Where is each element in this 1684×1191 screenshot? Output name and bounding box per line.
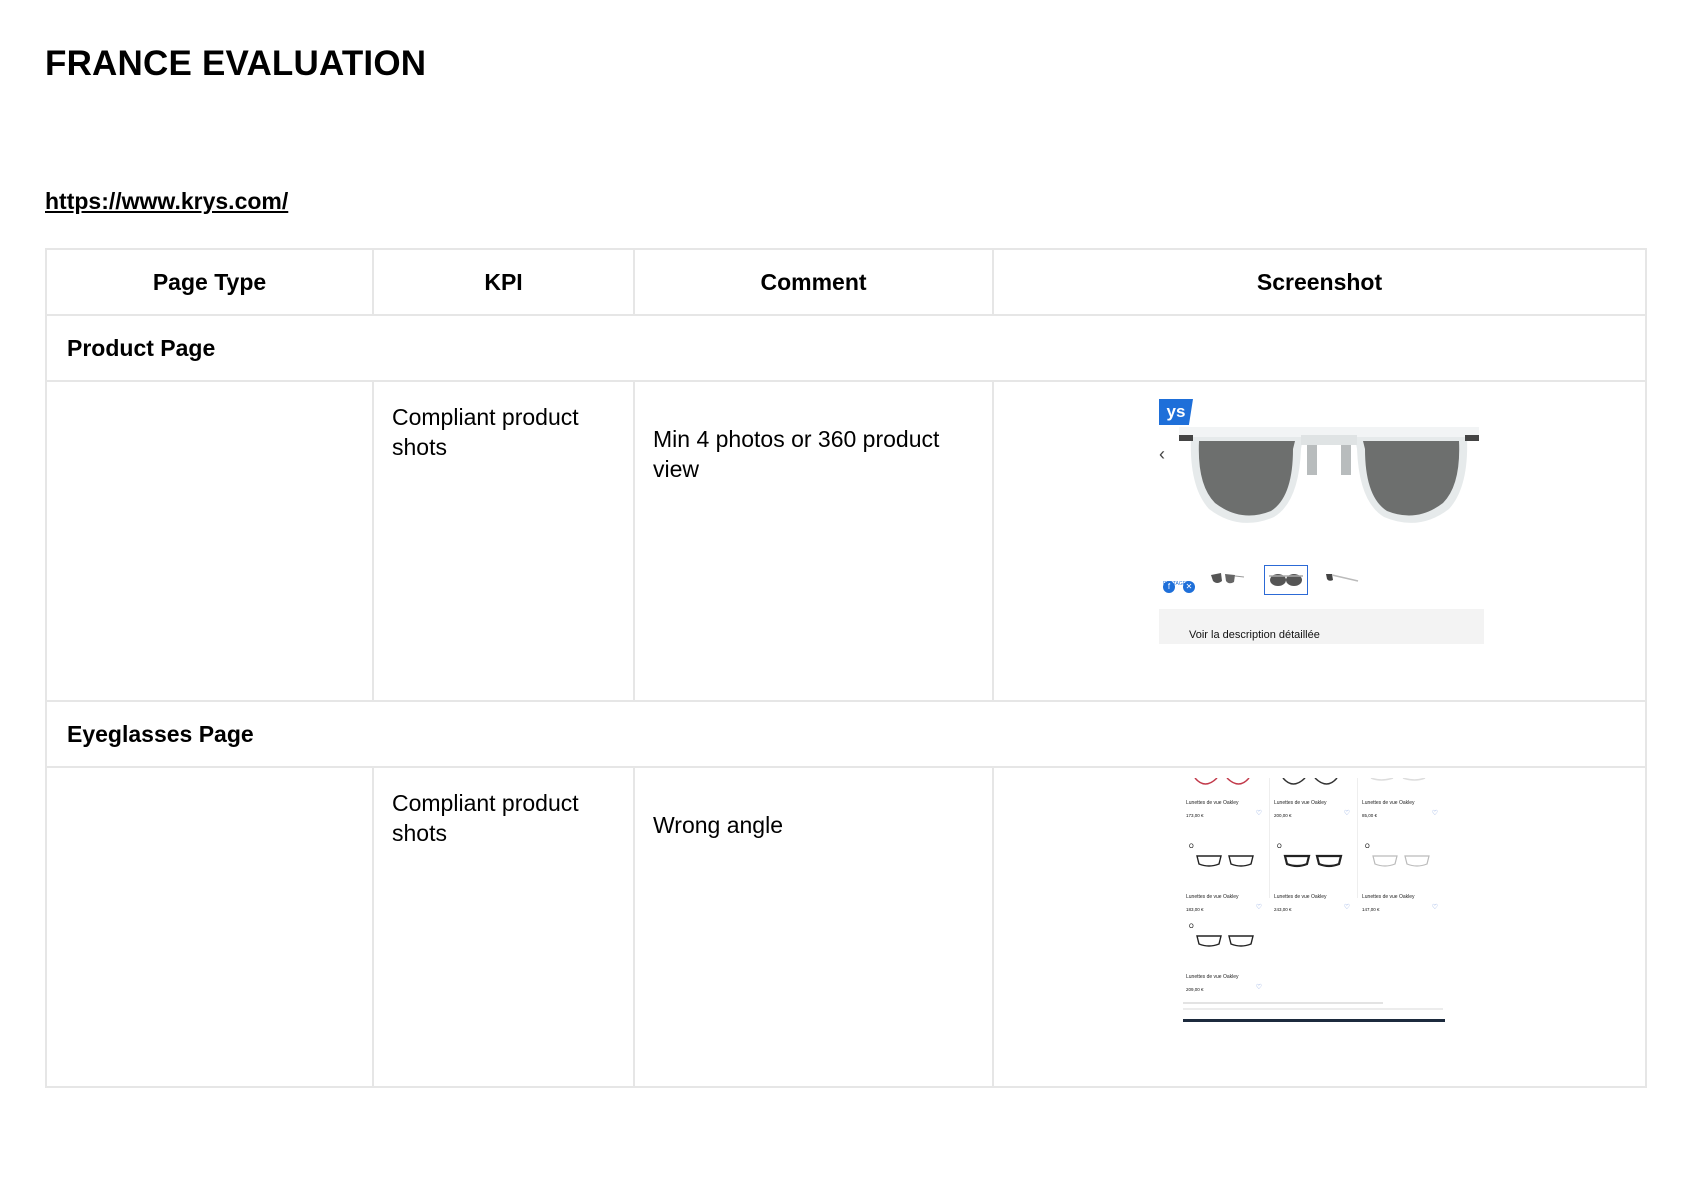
product-card[interactable]: Lunettes de vue Oakley 85,00 € ♡ bbox=[1359, 778, 1444, 838]
section-row-product-page: Product Page bbox=[45, 314, 1647, 382]
eyeglasses-image: O bbox=[1365, 844, 1430, 867]
section-title: Product Page bbox=[45, 314, 1647, 382]
product-card[interactable]: Lunettes de vue Oakley 200,00 € ♡ bbox=[1271, 778, 1356, 838]
product-thumbnail-3[interactable] bbox=[1324, 567, 1360, 591]
footer-bar bbox=[1183, 1019, 1445, 1022]
screenshot-cell: Lunettes de vue Oakley 173,00 € ♡ Lunett… bbox=[992, 766, 1647, 1088]
eyeglasses-image: O bbox=[1189, 924, 1254, 947]
section-title: Eyeglasses Page bbox=[45, 700, 1647, 768]
section-row-eyeglasses-page: Eyeglasses Page bbox=[45, 700, 1647, 768]
heart-icon[interactable]: ♡ bbox=[1344, 799, 1350, 829]
product-price: 147,00 € bbox=[1362, 907, 1380, 912]
eyeglasses-image: O bbox=[1277, 844, 1343, 868]
product-card[interactable]: O Lunettes de vue Oakley 147,00 € ♡ bbox=[1359, 842, 1444, 920]
svg-text:O: O bbox=[1277, 844, 1282, 850]
facebook-icon[interactable]: f bbox=[1163, 581, 1175, 593]
description-button[interactable]: Voir la description détaillée bbox=[1159, 609, 1484, 644]
kpi-cell: Compliant product shots bbox=[372, 766, 635, 1088]
heart-icon[interactable]: ♡ bbox=[1256, 893, 1262, 923]
product-page-screenshot: ys LUNETTES DE VUE LUNETTES DE SOLEIL LE… bbox=[1159, 399, 1484, 644]
grid-divider bbox=[1357, 778, 1358, 898]
comment-cell: Min 4 photos or 360 product view bbox=[633, 380, 994, 702]
heart-icon[interactable]: ♡ bbox=[1432, 893, 1438, 923]
heart-icon[interactable]: ♡ bbox=[1256, 799, 1262, 829]
eyeglasses-image bbox=[1282, 778, 1338, 785]
header-page-type: Page Type bbox=[45, 248, 374, 316]
product-price: 183,00 € bbox=[1186, 907, 1204, 912]
table-row: Compliant product shots Min 4 photos or … bbox=[45, 380, 1647, 702]
x-icon[interactable]: ✕ bbox=[1183, 581, 1195, 593]
chevron-left-icon: ‹ bbox=[1159, 444, 1165, 464]
page-type-cell bbox=[45, 380, 374, 702]
product-price: 243,00 € bbox=[1274, 907, 1292, 912]
product-thumbnail-2-selected[interactable] bbox=[1264, 565, 1308, 595]
site-url-link[interactable]: https://www.krys.com/ bbox=[45, 188, 288, 215]
kpi-cell: Compliant product shots bbox=[372, 380, 635, 702]
svg-text:O: O bbox=[1189, 844, 1194, 850]
heart-icon[interactable]: ♡ bbox=[1344, 893, 1350, 923]
product-thumbnail-1[interactable] bbox=[1209, 567, 1245, 591]
grid-divider bbox=[1269, 778, 1270, 898]
evaluation-table: Page Type KPI Comment Screenshot Product… bbox=[45, 248, 1647, 1088]
heart-icon[interactable]: ♡ bbox=[1432, 799, 1438, 829]
footer-text-line bbox=[1183, 1008, 1443, 1010]
screenshot-cell: ys LUNETTES DE VUE LUNETTES DE SOLEIL LE… bbox=[992, 380, 1647, 702]
svg-text:O: O bbox=[1189, 924, 1194, 930]
product-price: 209,00 € bbox=[1186, 987, 1204, 992]
product-card[interactable]: O Lunettes de vue Oakley 209,00 € ♡ bbox=[1183, 922, 1268, 1000]
header-comment: Comment bbox=[633, 248, 994, 316]
description-button-label: Voir la description détaillée bbox=[1189, 629, 1320, 641]
product-price: 173,00 € bbox=[1186, 813, 1204, 818]
eyeglasses-image bbox=[1370, 778, 1426, 781]
comment-cell: Wrong angle bbox=[633, 766, 994, 1088]
eyeglasses-image: O bbox=[1189, 844, 1254, 867]
product-card[interactable]: O Lunettes de vue Oakley 243,00 € ♡ bbox=[1271, 842, 1356, 920]
page-type-cell bbox=[45, 766, 374, 1088]
eyeglasses-page-screenshot: Lunettes de vue Oakley 173,00 € ♡ Lunett… bbox=[1183, 778, 1448, 1038]
header-screenshot: Screenshot bbox=[992, 248, 1647, 316]
krys-logo: ys bbox=[1159, 399, 1193, 425]
table-row: Compliant product shots Wrong angle Lune… bbox=[45, 766, 1647, 1088]
document-title: FRANCE EVALUATION bbox=[45, 44, 427, 83]
footer-text-line bbox=[1183, 1002, 1383, 1004]
heart-icon[interactable]: ♡ bbox=[1256, 973, 1262, 1003]
sunglasses-image bbox=[1179, 427, 1479, 523]
product-price: 200,00 € bbox=[1274, 813, 1292, 818]
svg-text:O: O bbox=[1365, 844, 1370, 850]
product-card[interactable]: Lunettes de vue Oakley 173,00 € ♡ bbox=[1183, 778, 1268, 838]
product-price: 85,00 € bbox=[1362, 813, 1378, 818]
product-card[interactable]: O Lunettes de vue Oakley 183,00 € ♡ bbox=[1183, 842, 1268, 920]
table-header-row: Page Type KPI Comment Screenshot bbox=[45, 248, 1647, 316]
header-kpi: KPI bbox=[372, 248, 635, 316]
eyeglasses-image bbox=[1194, 778, 1250, 785]
